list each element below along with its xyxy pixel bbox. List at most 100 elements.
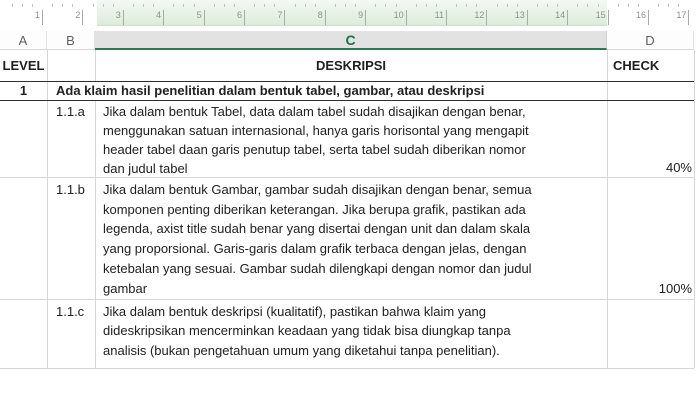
ruler-number: 7 [277,10,283,20]
ruler-number: 1 [34,10,40,20]
ruler-minor-tick [375,4,377,7]
check-value: 100% [658,281,692,296]
ruler-minor-tick [62,4,64,7]
ruler-minor-tick [223,4,225,7]
desc-line: dan judul tabel [103,161,188,176]
desc-line: dideskripsikan mencerminkan keadaan yang… [103,323,511,339]
ruler-minor-tick [425,4,427,7]
check-cell-11c[interactable] [607,347,692,366]
header-label: DESKRIPSI [315,58,387,73]
ruler: 1 2 3 4 5 6 7 8 9 10 11 12 13 14 15 16 17 [0,0,700,26]
ruler-minor-tick [395,4,397,7]
claim-title-cell[interactable]: Ada klaim hasil penelitian dalam bentuk … [56,81,484,100]
code-cell-11a[interactable]: 1.1.a [56,102,85,121]
desc-cell-11b[interactable]: Jika dalam bentuk Gambar, gambar sudah d… [103,180,605,298]
ruler-tick [688,10,690,25]
ruler-tick [122,10,124,25]
ruler-minor-tick [476,4,478,7]
ruler-minor-tick [385,4,387,7]
ruler-minor-tick [213,4,215,7]
ruler-minor-tick [132,4,134,7]
column-header-c[interactable]: C [95,31,607,50]
column-header-label: D [645,32,655,48]
header-cell-deskripsi[interactable]: DESKRIPSI [95,50,607,81]
desc-line: Jika dalam bentuk Gambar, gambar sudah d… [103,182,532,197]
gridline-horizontal [0,368,694,369]
ruler-number: 16 [635,10,646,20]
gridline-vertical [607,50,608,368]
ruler-number: 9 [358,10,364,20]
ruler-minor-tick [112,4,114,7]
ruler-number: 8 [317,10,323,20]
desc-line: Jika dalam bentuk Tabel, data dalam tabe… [103,104,526,119]
ruler-tick [324,10,326,25]
ruler-number: 15 [595,10,606,20]
desc-line: header tabel daan garis penutup tabel, s… [103,142,526,157]
desc-line: analisis (bukan pengetahuan umum yang di… [103,342,500,358]
ruler-minor-tick [31,4,33,7]
ruler-number: 4 [156,10,162,20]
ruler-tick [405,10,407,25]
desc-line: gambar [103,280,148,296]
column-header-a[interactable]: A [0,31,47,50]
ruler-minor-tick [334,4,336,7]
code-value: 1.1.c [56,304,85,319]
gridline-vertical [47,50,48,368]
code-cell-11b[interactable]: 1.1.b [56,180,85,199]
desc-cell-11c[interactable]: Jika dalam bentuk deskripsi (kualitatif)… [103,302,605,360]
ruler-minor-tick [183,4,185,7]
desc-line: yang proporsional. Garis-garis dalam gra… [103,241,527,257]
ruler-number: 13 [514,10,525,20]
gridline-vertical [95,100,96,368]
ruler-tick [486,10,488,25]
desc-line: legenda, axist title sudah benar yang di… [103,221,531,237]
ruler-minor-tick [668,4,670,7]
ruler-minor-tick [72,4,74,7]
ruler-tick [82,10,84,25]
ruler-number: 14 [555,10,566,20]
ruler-minor-tick [11,4,13,7]
ruler-minor-tick [355,4,357,7]
code-value: 1.1.b [56,182,85,197]
ruler-minor-tick [466,4,468,7]
ruler-minor-tick [627,4,629,7]
ruler-tick [607,10,609,25]
ruler-minor-tick [314,4,316,7]
ruler-minor-tick [254,4,256,7]
ruler-number: 5 [196,10,202,20]
ruler-number: 6 [236,10,242,20]
header-cell-check[interactable]: CHECK [607,50,694,81]
ruler-minor-tick [536,4,538,7]
ruler-number: 10 [393,10,404,20]
desc-cell-11a[interactable]: Jika dalam bentuk Tabel, data dalam tabe… [103,102,605,178]
desc-line: Jika dalam bentuk deskripsi (kualitatif)… [103,304,486,319]
ruler-minor-tick [294,4,296,7]
check-cell-11b[interactable]: 100% [607,279,694,298]
code-cell-11c[interactable]: 1.1.c [56,302,84,321]
ruler-number: 11 [434,10,444,20]
ruler-minor-tick [345,4,346,7]
ruler-minor-tick [516,4,518,7]
ruler-number: 17 [676,10,687,20]
ruler-minor-tick [143,4,144,7]
level-cell-1[interactable]: 1 [0,81,47,100]
code-value: 1.1.a [56,104,85,119]
header-cell-level[interactable]: LEVEL [0,50,47,81]
ruler-tick [446,10,447,25]
column-header-b[interactable]: B [47,31,95,50]
column-header-d[interactable]: D [607,31,694,50]
ruler-minor-tick [506,4,508,7]
ruler-minor-tick [597,4,599,7]
header-label: CHECK [613,58,660,73]
ruler-tick [284,10,286,25]
column-header-label: B [66,32,75,48]
ruler-minor-tick [658,4,660,7]
table-border [0,100,694,101]
ruler-minor-tick [415,4,417,7]
ruler-tick [203,10,205,25]
ruler-minor-tick [153,4,155,7]
ruler-minor-tick [435,4,437,7]
check-cell-11a[interactable]: 40% [607,158,694,177]
level-value: 1 [19,83,28,98]
ruler-tick [526,10,528,25]
